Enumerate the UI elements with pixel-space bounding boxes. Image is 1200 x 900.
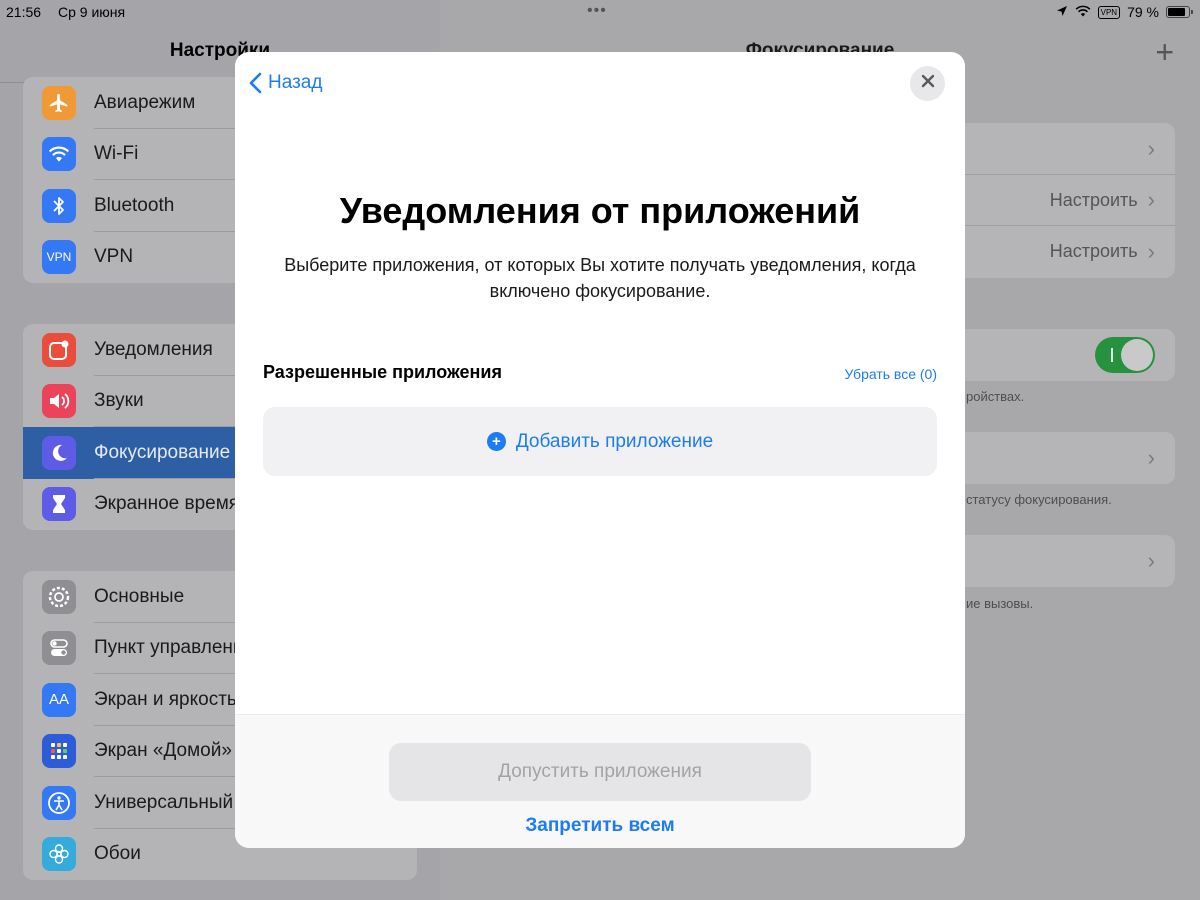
- allowed-apps-heading: Разрешенные приложения: [263, 362, 502, 382]
- sheet-title: Уведомления от приложений: [339, 190, 861, 231]
- sidebar-item-label: Пункт управления: [94, 637, 254, 659]
- sidebar-item-label: Фокусирование: [94, 441, 231, 463]
- chevron-right-icon: ›: [1147, 547, 1155, 573]
- back-label: Назад: [268, 72, 323, 93]
- add-app-button[interactable]: + Добавить приложение: [263, 407, 937, 476]
- accessibility-icon: [42, 785, 76, 820]
- plus-circle-icon: +: [486, 432, 506, 451]
- chevron-right-icon: ›: [1147, 444, 1155, 470]
- bluetooth-icon: [42, 188, 76, 223]
- battery-icon: [1166, 6, 1193, 18]
- allow-apps-button[interactable]: Допустить приложения: [389, 743, 811, 801]
- detail-footnote: ройствах.: [966, 389, 1025, 404]
- sidebar-item-label: Обои: [94, 843, 141, 865]
- detail-footnote: статусу фокусирования.: [966, 492, 1112, 507]
- sidebar-item-label: Универсальный: [94, 791, 234, 813]
- configure-label: Настроить: [1049, 189, 1138, 210]
- sidebar-item-label: Экранное время: [94, 493, 240, 515]
- notifications-icon: [42, 332, 76, 367]
- add-focus-button[interactable]: +: [1155, 36, 1174, 68]
- configure-label: Настроить: [1049, 241, 1138, 262]
- sidebar-item-label: VPN: [94, 246, 134, 268]
- remove-all-button[interactable]: Убрать все (0): [844, 366, 937, 382]
- moon-icon: [42, 435, 76, 470]
- detail-footnote: ие вызовы.: [966, 596, 1034, 611]
- chevron-right-icon: ›: [1147, 135, 1155, 161]
- flower-icon: [42, 837, 76, 872]
- sounds-icon: [42, 384, 76, 419]
- vpn-icon: VPN: [42, 240, 76, 275]
- close-icon: [921, 74, 935, 93]
- chevron-left-icon: [249, 72, 262, 94]
- sidebar-item-label: Основные: [94, 585, 185, 607]
- battery-percent: 79 %: [1127, 4, 1159, 20]
- sheet-subtitle: Выберите приложения, от которых Вы хотит…: [284, 255, 916, 301]
- hourglass-icon: [42, 487, 76, 522]
- sidebar-item-label: Экран «Домой»: [94, 740, 232, 762]
- airplane-icon: [42, 85, 76, 120]
- deny-all-button[interactable]: Запретить всем: [235, 815, 965, 837]
- add-app-label: Добавить приложение: [515, 430, 714, 452]
- chevron-right-icon: ›: [1147, 187, 1155, 213]
- back-button[interactable]: Назад: [249, 72, 322, 94]
- close-button[interactable]: [910, 66, 945, 101]
- gear-icon: [42, 579, 76, 614]
- vpn-status-badge: VPN: [1097, 5, 1121, 19]
- home-grid-icon: [42, 734, 76, 769]
- sidebar-item-label: Wi-Fi: [94, 143, 139, 165]
- status-time: 21:56: [6, 4, 42, 20]
- wifi-status-icon: [1075, 4, 1091, 20]
- status-date: Ср 9 июня: [58, 4, 126, 20]
- wifi-icon: [42, 137, 76, 172]
- sidebar-item-label: Bluetooth: [94, 194, 175, 216]
- text-size-icon: AA: [42, 682, 76, 717]
- switches-icon: [42, 631, 76, 666]
- share-across-devices-toggle[interactable]: [1095, 336, 1155, 373]
- location-icon: [1056, 4, 1068, 20]
- status-bar: 21:56 Ср 9 июня ••• VPN 79 %: [0, 0, 1200, 26]
- multitasking-dots-icon[interactable]: •••: [587, 2, 607, 20]
- sidebar-item-label: Уведомления: [94, 338, 213, 360]
- app-notifications-sheet: Назад Уведомления от приложений Выберите…: [235, 52, 965, 848]
- sidebar-item-label: Звуки: [94, 390, 144, 412]
- chevron-right-icon: ›: [1147, 238, 1155, 264]
- status-right: VPN 79 %: [1056, 4, 1193, 20]
- sidebar-item-label: Авиарежим: [94, 91, 196, 113]
- sidebar-item-label: Экран и яркость: [94, 688, 237, 710]
- sheet-footer: Допустить приложения Запретить всем: [235, 714, 965, 848]
